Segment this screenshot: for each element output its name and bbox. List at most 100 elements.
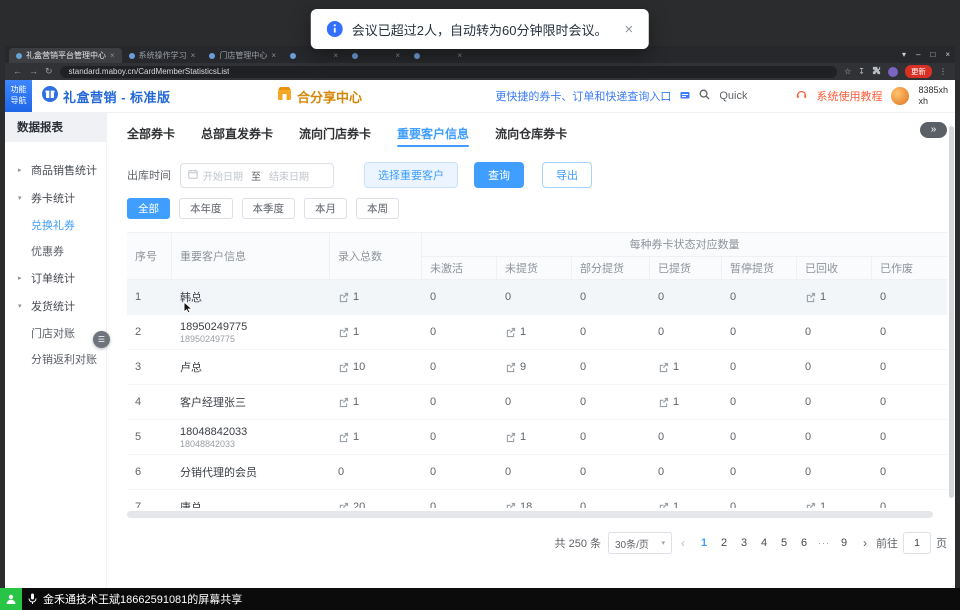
content-tab[interactable]: 流向门店券卡 (299, 125, 371, 149)
count-link-icon[interactable] (505, 362, 516, 373)
back-icon[interactable]: ← (13, 67, 22, 76)
quick-search-label[interactable]: Quick (719, 90, 747, 102)
quick-filter-chip[interactable]: 全部 (127, 198, 170, 219)
table-row[interactable]: 7唐总2001801010 (127, 490, 947, 508)
count-link-icon[interactable] (805, 502, 816, 509)
pager-ellipsis[interactable]: ··· (814, 532, 834, 554)
count-value: 0 (505, 396, 511, 408)
user-avatar[interactable] (891, 87, 909, 105)
goto-page-input[interactable]: 1 (903, 532, 931, 554)
count-link-icon[interactable] (338, 362, 349, 373)
page-number[interactable]: 1 (694, 532, 714, 554)
content-tab[interactable]: 重要客户信息 (397, 125, 469, 149)
table-row[interactable]: 2189502497751895024977510100000 (127, 315, 947, 350)
search-icon[interactable] (699, 87, 710, 105)
count-link-icon[interactable] (505, 502, 516, 509)
content-tab[interactable]: 全部券卡 (127, 125, 175, 149)
toast-close-icon[interactable]: × (624, 21, 633, 38)
count-link-icon[interactable] (658, 362, 669, 373)
url-field[interactable]: standard.maboy.cn/CardMemberStatisticsLi… (60, 66, 838, 78)
browser-profile-avatar[interactable] (888, 67, 898, 77)
tutorial-link[interactable]: 系统使用教程 (816, 88, 882, 104)
sidebar-item[interactable]: ▸订单统计 (5, 264, 106, 292)
sidebar-subitem[interactable]: 分销返利对账 (5, 346, 106, 372)
page-number[interactable]: 9 (834, 532, 854, 554)
sidebar-subitem[interactable]: 兑换礼券 (5, 212, 106, 238)
date-range-picker[interactable]: 开始日期 至 结束日期 (180, 163, 334, 188)
extensions-puzzle-icon[interactable] (872, 66, 881, 77)
select-customer-button[interactable]: 选择重要客户 (364, 162, 458, 188)
participant-icon[interactable] (0, 588, 22, 610)
quick-filter-chip[interactable]: 本周 (356, 198, 399, 219)
page-number[interactable]: 6 (794, 532, 814, 554)
sidebar-collapse-handle[interactable]: ☰ (93, 331, 110, 348)
export-button[interactable]: 导出 (542, 162, 592, 188)
horizontal-scrollbar[interactable] (127, 511, 933, 518)
browser-tab[interactable]: 系统操作学习× (122, 48, 203, 63)
tab-close-icon[interactable]: × (271, 51, 276, 60)
function-nav-button[interactable]: 功能 导航 (5, 80, 32, 112)
maximize-icon[interactable]: □ (930, 50, 935, 59)
sidebar-item[interactable]: ▾券卡统计 (5, 184, 106, 212)
table-row[interactable]: 4客户经理张三10001000 (127, 385, 947, 420)
count-link-icon[interactable] (505, 432, 516, 443)
sidebar-item[interactable]: ▾发货统计 (5, 292, 106, 320)
quick-entry-link[interactable]: 更快捷的券卡、订单和快递查询入口 (495, 88, 671, 104)
browser-tab[interactable]: × (283, 48, 345, 63)
date-range-separator: 至 (251, 168, 261, 183)
vertical-scrollbar[interactable] (949, 126, 954, 498)
start-date-input[interactable]: 开始日期 (203, 168, 243, 183)
browser-tab[interactable]: 礼盒营销平台管理中心× (9, 48, 122, 63)
quick-filter-chip[interactable]: 本年度 (179, 198, 233, 219)
table-row[interactable]: 6分销代理的会员00000000 (127, 455, 947, 490)
tab-list-chevron-icon[interactable]: ▾ (902, 50, 906, 59)
content-tab[interactable]: 流向仓库券卡 (495, 125, 567, 149)
browser-tab[interactable]: 门店管理中心× (202, 48, 283, 63)
page-number[interactable]: 3 (734, 532, 754, 554)
quick-filter-chip[interactable]: 本月 (304, 198, 347, 219)
query-button[interactable]: 查询 (474, 162, 524, 188)
page-number[interactable]: 4 (754, 532, 774, 554)
count-link-icon[interactable] (338, 327, 349, 338)
prev-page-icon[interactable]: ‹ (679, 536, 687, 550)
panel-expand-button[interactable]: » (920, 122, 947, 138)
forward-icon[interactable]: → (29, 67, 38, 76)
browser-update-chip[interactable]: 更新 (905, 65, 932, 78)
quick-filter-chip[interactable]: 本季度 (242, 198, 296, 219)
minimize-icon[interactable]: – (916, 50, 920, 59)
count-link-icon[interactable] (658, 502, 669, 509)
count-link-icon[interactable] (338, 397, 349, 408)
tab-close-icon[interactable]: × (110, 51, 115, 60)
browser-tab[interactable]: × (345, 48, 407, 63)
page-number[interactable]: 5 (774, 532, 794, 554)
browser-tab[interactable]: × (407, 48, 469, 63)
count-link-icon[interactable] (338, 292, 349, 303)
page-size-select[interactable]: 30条/页 ▾ (608, 532, 672, 554)
count-link-icon[interactable] (338, 432, 349, 443)
count-link-icon[interactable] (338, 502, 349, 509)
reload-icon[interactable]: ↻ (45, 67, 53, 76)
sidebar-subitem[interactable]: 门店对账 (5, 320, 106, 346)
count-link-icon[interactable] (658, 397, 669, 408)
end-date-input[interactable]: 结束日期 (269, 168, 309, 183)
tab-close-icon[interactable]: × (457, 51, 462, 60)
bookmark-star-icon[interactable]: ☆ (844, 68, 851, 76)
table-row[interactable]: 5180488420331804884203310100000 (127, 420, 947, 455)
count-link-icon[interactable] (505, 327, 516, 338)
window-close-icon[interactable]: × (945, 50, 950, 59)
tab-close-icon[interactable]: × (191, 51, 196, 60)
sidebar-item[interactable]: ▸商品销售统计 (5, 156, 106, 184)
share-center-entry[interactable]: 合分享中心 (277, 86, 362, 106)
content-tab[interactable]: 总部直发券卡 (201, 125, 273, 149)
next-page-icon[interactable]: › (861, 536, 869, 550)
browser-menu-icon[interactable]: ⋮ (939, 68, 947, 76)
page-number[interactable]: 2 (714, 532, 734, 554)
table-row[interactable]: 1韩总10000010 (127, 280, 947, 315)
table-row[interactable]: 3卢总100901000 (127, 350, 947, 385)
count-link-icon[interactable] (805, 292, 816, 303)
microphone-icon[interactable] (28, 593, 37, 605)
sidebar-subitem[interactable]: 优惠券 (5, 238, 106, 264)
tab-close-icon[interactable]: × (333, 51, 338, 60)
tab-close-icon[interactable]: × (395, 51, 400, 60)
download-icon[interactable]: ↧ (858, 68, 865, 76)
